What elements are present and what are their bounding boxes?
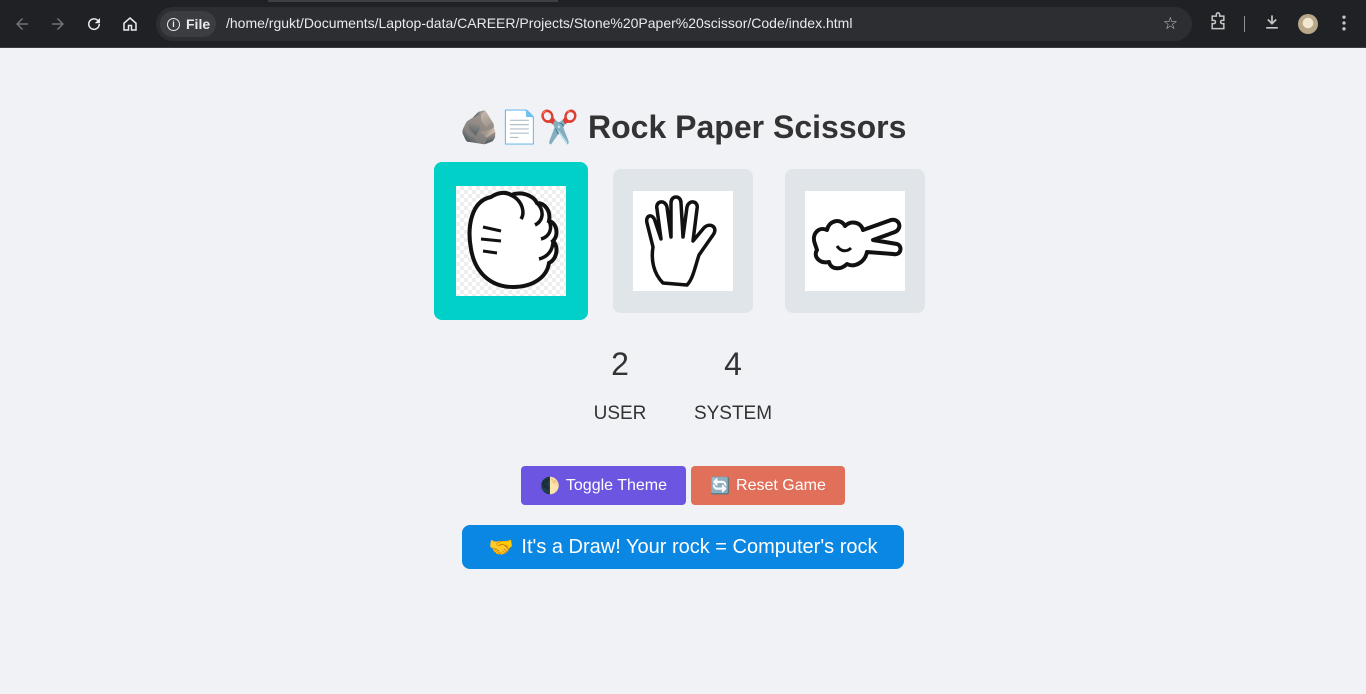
reset-icon: 🔄 (710, 477, 731, 495)
browser-toolbar: i File /home/rgukt/Documents/Laptop-data… (0, 0, 1366, 48)
toggle-theme-label: Toggle Theme (565, 476, 668, 494)
system-score-value: 4 (724, 346, 742, 382)
site-info-chip[interactable]: i File (160, 11, 216, 37)
address-bar[interactable]: i File /home/rgukt/Documents/Laptop-data… (156, 7, 1192, 41)
page-title: 🪨📄✂️ Rock Paper Scissors (0, 108, 1366, 146)
download-icon[interactable] (1262, 12, 1282, 37)
tab-strip-edge (268, 0, 558, 2)
toggle-theme-button[interactable]: 🌓 Toggle Theme (521, 466, 686, 505)
scissors-hand-icon (805, 191, 905, 291)
reload-icon[interactable] (80, 10, 108, 38)
toolbar-divider (1244, 16, 1245, 32)
result-text: It's a Draw! Your rock = Computer's rock (521, 535, 878, 558)
rock-choice-card[interactable] (434, 162, 588, 320)
title-emoji: 🪨📄✂️ (459, 109, 580, 145)
paper-choice-card[interactable] (613, 169, 753, 313)
scissors-choice-card[interactable] (785, 169, 925, 313)
back-icon[interactable] (8, 10, 36, 38)
forward-icon[interactable] (44, 10, 72, 38)
home-icon[interactable] (116, 10, 144, 38)
result-banner: 🤝 It's a Draw! Your rock = Computer's ro… (462, 525, 904, 569)
system-score-label: SYSTEM (693, 403, 773, 424)
scheme-label: File (186, 16, 211, 32)
handshake-icon: 🤝 (488, 536, 514, 559)
system-score: 4 SYSTEM (683, 346, 783, 425)
rock-hand-icon (456, 186, 566, 296)
user-score: 2 USER (580, 346, 660, 425)
reset-game-label: Reset Game (736, 476, 826, 494)
avatar[interactable] (1298, 14, 1318, 34)
user-score-label: USER (593, 403, 647, 424)
url-text[interactable]: /home/rgukt/Documents/Laptop-data/CAREER… (226, 15, 852, 31)
paper-hand-icon (633, 191, 733, 291)
title-text: Rock Paper Scissors (588, 109, 907, 145)
theme-icon: 🌓 (539, 477, 560, 495)
extensions-icon[interactable] (1208, 12, 1228, 37)
user-score-value: 2 (611, 346, 629, 382)
star-icon[interactable]: ☆ (1163, 14, 1178, 34)
menu-icon[interactable] (1334, 13, 1354, 38)
info-icon: i (167, 17, 180, 31)
reset-game-button[interactable]: 🔄 Reset Game (691, 466, 845, 505)
